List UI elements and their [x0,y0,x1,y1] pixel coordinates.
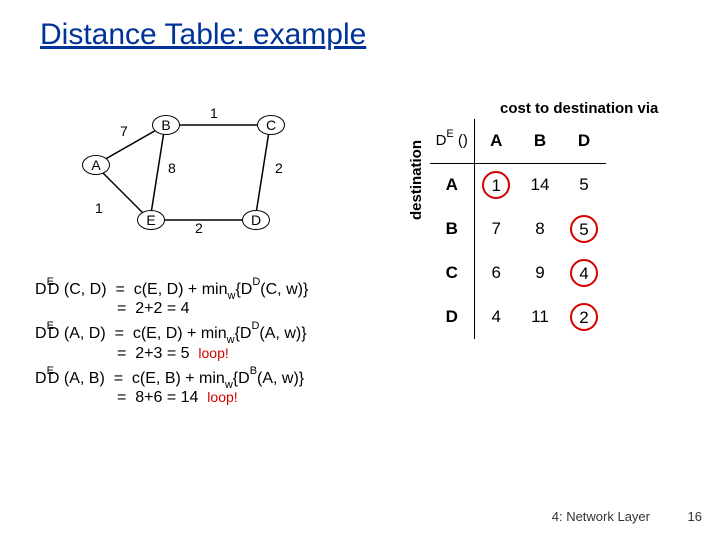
loop-note: loop! [207,389,237,405]
row-head: A [430,163,474,207]
col-head: B [518,119,562,163]
edge-weight-cd: 2 [275,160,283,176]
distance-table-grid: DE () A B D A 1 14 5 B 7 8 5 C 6 9 4 D 4… [430,119,606,339]
page-title: Distance Table: example [40,18,366,52]
cell: 14 [518,163,562,207]
table-corner: DE () [430,119,474,163]
cell-min: 2 [570,303,598,331]
col-head: A [474,119,518,163]
cell: 5 [562,163,606,207]
col-head: D [562,119,606,163]
cell-min: 5 [570,215,598,243]
cell: 6 [474,251,518,295]
edge-weight-bc: 1 [210,105,218,121]
cell: 8 [518,207,562,251]
footer-chapter: 4: Network Layer [552,509,650,524]
graph-edges [80,105,340,255]
edge-weight-ab: 7 [120,123,128,139]
equations-block: DED (C, D) = c(E, D) + minw{DD(C, w)} = … [35,280,308,413]
node-a: A [82,155,110,175]
cell-min: 4 [570,259,598,287]
edge-weight-ae: 1 [95,200,103,216]
node-b: B [152,115,180,135]
table-caption: cost to destination via [500,100,658,117]
cell-min: 1 [482,171,510,199]
distance-table: cost to destination via destination DE (… [430,100,658,339]
node-e: E [137,210,165,230]
network-graph: A B C D E 7 1 1 8 2 2 [80,105,340,255]
cell: 4 [474,295,518,339]
cell: 9 [518,251,562,295]
row-axis-label: destination [408,140,425,220]
page-number: 16 [688,509,702,524]
row-head: C [430,251,474,295]
edge-weight-be: 8 [168,160,176,176]
row-head: B [430,207,474,251]
node-c: C [257,115,285,135]
equation-1: DED (C, D) = c(E, D) + minw{DD(C, w)} = … [35,280,308,318]
table-row: D 4 11 2 [430,295,606,339]
row-head: D [430,295,474,339]
cell: 7 [474,207,518,251]
loop-note: loop! [198,345,228,361]
edge-weight-ed: 2 [195,220,203,236]
equation-3: DED (A, B) = c(E, B) + minw{DB(A, w)} = … [35,369,308,407]
equation-2: DED (A, D) = c(E, D) + minw{DD(A, w)} = … [35,324,308,362]
cell: 11 [518,295,562,339]
table-row: B 7 8 5 [430,207,606,251]
node-d: D [242,210,270,230]
table-row: C 6 9 4 [430,251,606,295]
table-row: A 1 14 5 [430,163,606,207]
